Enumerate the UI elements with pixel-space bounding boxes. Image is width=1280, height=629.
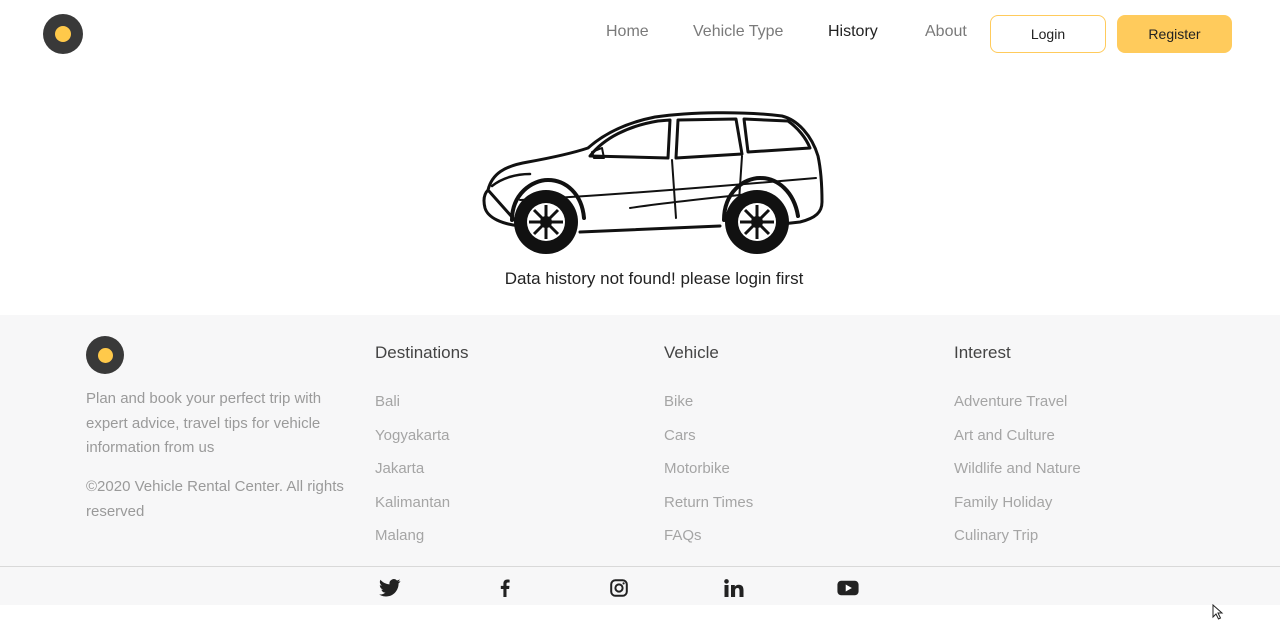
social-bar <box>0 567 1280 605</box>
footer-link[interactable]: Art and Culture <box>954 426 1081 460</box>
footer-link[interactable]: Kalimantan <box>375 493 450 527</box>
register-button[interactable]: Register <box>1117 15 1232 53</box>
car-icon <box>482 111 824 254</box>
footer-column-title: Vehicle <box>664 343 719 362</box>
youtube-icon[interactable] <box>837 578 859 598</box>
footer-link[interactable]: Motorbike <box>664 459 753 493</box>
nav-history[interactable]: History <box>828 23 878 41</box>
twitter-icon[interactable] <box>379 578 401 598</box>
footer-link[interactable]: Family Holiday <box>954 493 1081 527</box>
site-footer: Plan and book your perfect trip with exp… <box>0 315 1280 566</box>
nav-vehicle-type[interactable]: Vehicle Type <box>693 23 783 41</box>
footer-link[interactable]: Malang <box>375 526 450 560</box>
site-header: Home Vehicle Type History About Login Re… <box>0 0 1280 70</box>
instagram-icon[interactable] <box>608 578 630 598</box>
footer-description: Plan and book your perfect trip with exp… <box>86 390 322 456</box>
empty-history-message: Data history not found! please login fir… <box>504 269 804 288</box>
nav-about[interactable]: About <box>925 23 967 41</box>
nav-home[interactable]: Home <box>606 23 649 41</box>
logo-dot <box>55 26 71 42</box>
footer-link[interactable]: FAQs <box>664 526 753 560</box>
footer-link[interactable]: Yogyakarta <box>375 426 450 460</box>
logo-dot <box>97 347 113 363</box>
footer-logo[interactable] <box>86 336 124 374</box>
footer-link[interactable]: Wildlife and Nature <box>954 459 1081 493</box>
footer-link[interactable]: Bali <box>375 392 450 426</box>
footer-link[interactable]: Bike <box>664 392 753 426</box>
mouse-cursor-icon <box>1212 604 1224 620</box>
footer-link[interactable]: Jakarta <box>375 459 450 493</box>
footer-links-destinations: Bali Yogyakarta Jakarta Kalimantan Malan… <box>375 392 450 560</box>
footer-column-title: Interest <box>954 343 1011 362</box>
footer-link[interactable]: Cars <box>664 426 753 460</box>
login-button[interactable]: Login <box>990 15 1106 53</box>
facebook-icon[interactable] <box>494 578 516 598</box>
footer-column-title: Destinations <box>375 343 469 362</box>
footer-link[interactable]: Culinary Trip <box>954 526 1081 560</box>
footer-copyright: ©2020 Vehicle Rental Center. All rights … <box>86 478 344 520</box>
linkedin-icon[interactable] <box>723 578 745 598</box>
footer-link[interactable]: Adventure Travel <box>954 392 1081 426</box>
footer-link[interactable]: Return Times <box>664 493 753 527</box>
logo[interactable] <box>43 14 83 54</box>
footer-links-vehicle: Bike Cars Motorbike Return Times FAQs <box>664 392 753 560</box>
footer-links-interest: Adventure Travel Art and Culture Wildlif… <box>954 392 1081 560</box>
